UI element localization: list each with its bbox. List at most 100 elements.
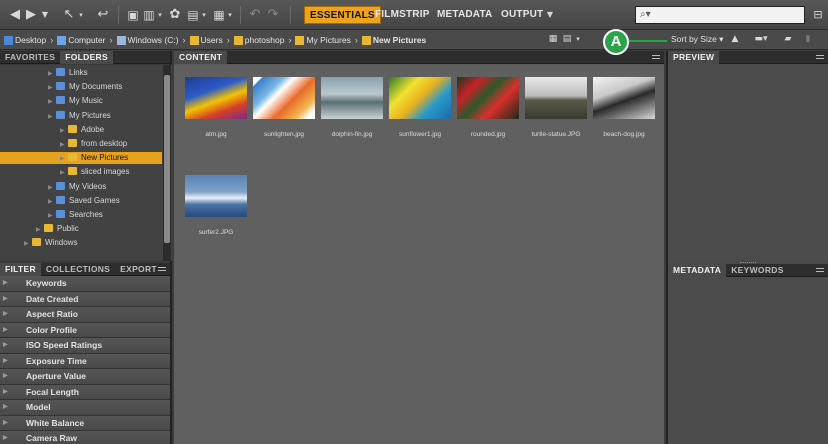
folder-tree-item[interactable]: ▶ My Music: [0, 95, 162, 107]
thumbnail-image[interactable]: [525, 77, 587, 119]
sort-by-dropdown[interactable]: Sort by Size ▾: [671, 34, 723, 45]
thumbnail[interactable]: sunlighten.jpg: [250, 77, 318, 138]
refine-dropdown-icon[interactable]: ▾: [156, 6, 164, 24]
expand-triangle-icon[interactable]: ▶: [48, 182, 56, 194]
history-dropdown-icon[interactable]: ▼: [40, 6, 50, 24]
breadcrumb-item[interactable]: Computer: [57, 35, 106, 45]
expand-triangle-icon[interactable]: ▶: [60, 167, 68, 179]
breadcrumb-item[interactable]: photoshop: [233, 35, 284, 45]
thumbnail[interactable]: rounded.jpg: [454, 77, 522, 138]
filter-dropdown-icon[interactable]: ▾: [574, 30, 582, 48]
folder-tree-item[interactable]: ▶ from desktop: [0, 138, 162, 150]
filter-category[interactable]: ▶ Focal Length: [0, 384, 170, 400]
expand-triangle-icon[interactable]: ▶: [60, 139, 68, 151]
breadcrumb-item[interactable]: New Pictures: [361, 35, 426, 45]
expand-triangle-icon[interactable]: ▶: [3, 323, 8, 338]
thumbnail[interactable]: beach-dog.jpg: [590, 77, 658, 138]
rotate-left-icon[interactable]: ↶: [248, 6, 262, 24]
tab-preview[interactable]: PREVIEW: [668, 51, 720, 64]
tab-filter[interactable]: FILTER: [0, 263, 41, 276]
breadcrumb-item[interactable]: My Pictures: [295, 35, 351, 45]
scrollbar-thumb[interactable]: [164, 75, 170, 243]
filter-category[interactable]: ▶ Exposure Time: [0, 353, 170, 369]
thumbnail-image[interactable]: [389, 77, 451, 119]
filter-items-icon[interactable]: ▤: [562, 30, 572, 48]
thumbnail[interactable]: turtle-statue.JPG: [522, 77, 590, 138]
expand-triangle-icon[interactable]: ▶: [24, 238, 32, 250]
folder-tree-item[interactable]: ▶ Adobe: [0, 124, 162, 136]
expand-triangle-icon[interactable]: ▶: [48, 210, 56, 222]
workspace-filmstrip[interactable]: FILMSTRIP: [370, 6, 435, 24]
forward-arrow-icon[interactable]: ▶: [24, 6, 38, 24]
thumbnail[interactable]: dolphin-fin.jpg: [318, 77, 386, 138]
panel-menu-icon[interactable]: [158, 267, 166, 271]
panel-menu-icon[interactable]: [816, 55, 824, 59]
workspace-dropdown-icon[interactable]: ▼: [545, 6, 555, 24]
workspace-output[interactable]: OUTPUT: [496, 6, 548, 24]
parent-folder-icon[interactable]: ↖: [62, 6, 76, 24]
folder-tree-item[interactable]: ▶ My Documents: [0, 81, 162, 93]
tab-keywords[interactable]: KEYWORDS: [726, 264, 788, 277]
expand-triangle-icon[interactable]: ▶: [3, 416, 8, 431]
expand-triangle-icon[interactable]: ▶: [48, 196, 56, 208]
expand-triangle-icon[interactable]: ▶: [3, 276, 8, 291]
breadcrumb-item[interactable]: Desktop: [4, 35, 46, 45]
thumbnail[interactable]: atm.jpg: [182, 77, 250, 138]
thumbnail-image[interactable]: [253, 77, 315, 119]
expand-triangle-icon[interactable]: ▶: [3, 431, 8, 444]
camera-icon[interactable]: ▣: [126, 6, 140, 24]
thumbnail-image[interactable]: [185, 77, 247, 119]
new-folder-icon[interactable]: ▦: [212, 6, 226, 24]
filter-category[interactable]: ▶ White Balance: [0, 415, 170, 431]
folder-tree-item[interactable]: ▶ My Videos: [0, 181, 162, 193]
open-in-camera-raw-icon[interactable]: ✿: [168, 6, 182, 24]
panel-menu-icon[interactable]: [652, 55, 660, 59]
rotate-right-icon[interactable]: ↷: [266, 6, 280, 24]
refine-icon[interactable]: ▥: [142, 6, 156, 24]
trash-icon[interactable]: ▮: [802, 30, 814, 48]
folder-tree-item[interactable]: ▶ sliced images: [0, 166, 162, 178]
expand-triangle-icon[interactable]: ▶: [3, 354, 8, 369]
folder-tree-item[interactable]: ▶ Saved Games: [0, 195, 162, 207]
filter-category[interactable]: ▶ Date Created: [0, 291, 170, 307]
filter-category[interactable]: ▶ Keywords: [0, 276, 170, 292]
filter-category[interactable]: ▶ Model: [0, 400, 170, 416]
folder-tree-item[interactable]: ▶ New Pictures: [0, 152, 162, 165]
filter-category[interactable]: ▶ Aperture Value: [0, 369, 170, 385]
thumbnail-image[interactable]: [321, 77, 383, 119]
open-recent-icon[interactable]: ▬▾: [754, 30, 768, 48]
output-icon[interactable]: ▤: [186, 6, 200, 24]
new-folder-dropdown-icon[interactable]: ▾: [226, 6, 234, 24]
breadcrumb-separator-icon[interactable]: ›: [227, 35, 230, 45]
thumbnail-image[interactable]: [457, 77, 519, 119]
tab-content[interactable]: CONTENT: [174, 51, 228, 64]
workspace-metadata[interactable]: METADATA: [432, 6, 497, 24]
expand-triangle-icon[interactable]: ▶: [3, 369, 8, 384]
expand-triangle-icon[interactable]: ▶: [48, 96, 56, 108]
panel-menu-icon[interactable]: [816, 268, 824, 272]
expand-triangle-icon[interactable]: ▶: [48, 82, 56, 94]
compact-mode-icon[interactable]: ⊟: [812, 6, 824, 24]
expand-triangle-icon[interactable]: ▶: [48, 111, 56, 123]
folder-tree-scrollbar[interactable]: [163, 65, 171, 261]
parent-dropdown-icon[interactable]: ▾: [77, 6, 85, 24]
expand-triangle-icon[interactable]: ▶: [60, 125, 68, 137]
thumbnail[interactable]: surfer2.JPG: [182, 175, 250, 236]
folder-tree-item[interactable]: ▶ Searches: [0, 209, 162, 221]
breadcrumb-separator-icon[interactable]: ›: [50, 35, 53, 45]
back-arrow-icon[interactable]: ◀: [8, 6, 22, 24]
expand-triangle-icon[interactable]: ▶: [3, 292, 8, 307]
thumbnail-image[interactable]: [593, 77, 655, 119]
output-dropdown-icon[interactable]: ▾: [200, 6, 208, 24]
new-folder-icon[interactable]: ▰: [782, 30, 794, 48]
breadcrumb-separator-icon[interactable]: ›: [183, 35, 186, 45]
filter-category[interactable]: ▶ Color Profile: [0, 322, 170, 338]
reveal-recent-icon[interactable]: ↩: [96, 6, 110, 24]
expand-triangle-icon[interactable]: ▶: [3, 400, 8, 415]
thumbnail-quality-icon[interactable]: ▦: [548, 30, 558, 48]
filter-category[interactable]: ▶ Camera Raw: [0, 431, 170, 444]
breadcrumb-item[interactable]: Windows (C:): [116, 35, 179, 45]
search-input[interactable]: ⌕▾: [635, 6, 805, 24]
folder-tree-item[interactable]: ▶ Public: [0, 223, 162, 235]
expand-triangle-icon[interactable]: ▶: [60, 153, 68, 165]
